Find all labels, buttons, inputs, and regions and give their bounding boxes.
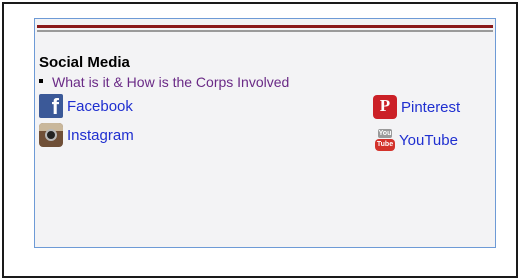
instagram-link[interactable]: Instagram xyxy=(39,123,134,147)
pinterest-link[interactable]: P Pinterest xyxy=(373,95,460,119)
header-rule xyxy=(37,25,493,28)
bullet-icon xyxy=(39,78,43,83)
section-heading: Social Media xyxy=(39,54,130,71)
page-frame: Social Media What is it & How is the Cor… xyxy=(2,2,518,278)
social-media-panel: Social Media What is it & How is the Cor… xyxy=(34,18,496,248)
youtube-icon: You Tube xyxy=(375,129,395,151)
instagram-icon xyxy=(39,123,63,147)
facebook-label: Facebook xyxy=(67,97,133,115)
pinterest-icon: P xyxy=(373,95,397,119)
facebook-icon: f xyxy=(39,94,63,119)
youtube-label: YouTube xyxy=(399,131,458,149)
list-item: What is it & How is the Corps Involved xyxy=(39,74,289,90)
pinterest-label: Pinterest xyxy=(401,98,461,116)
facebook-link[interactable]: f Facebook xyxy=(39,94,133,119)
header-rule-shadow xyxy=(37,30,493,32)
instagram-label: Instagram xyxy=(67,126,134,144)
what-is-it-link[interactable]: What is it & How is the Corps Involved xyxy=(52,74,289,90)
youtube-link[interactable]: You Tube YouTube xyxy=(375,129,458,151)
